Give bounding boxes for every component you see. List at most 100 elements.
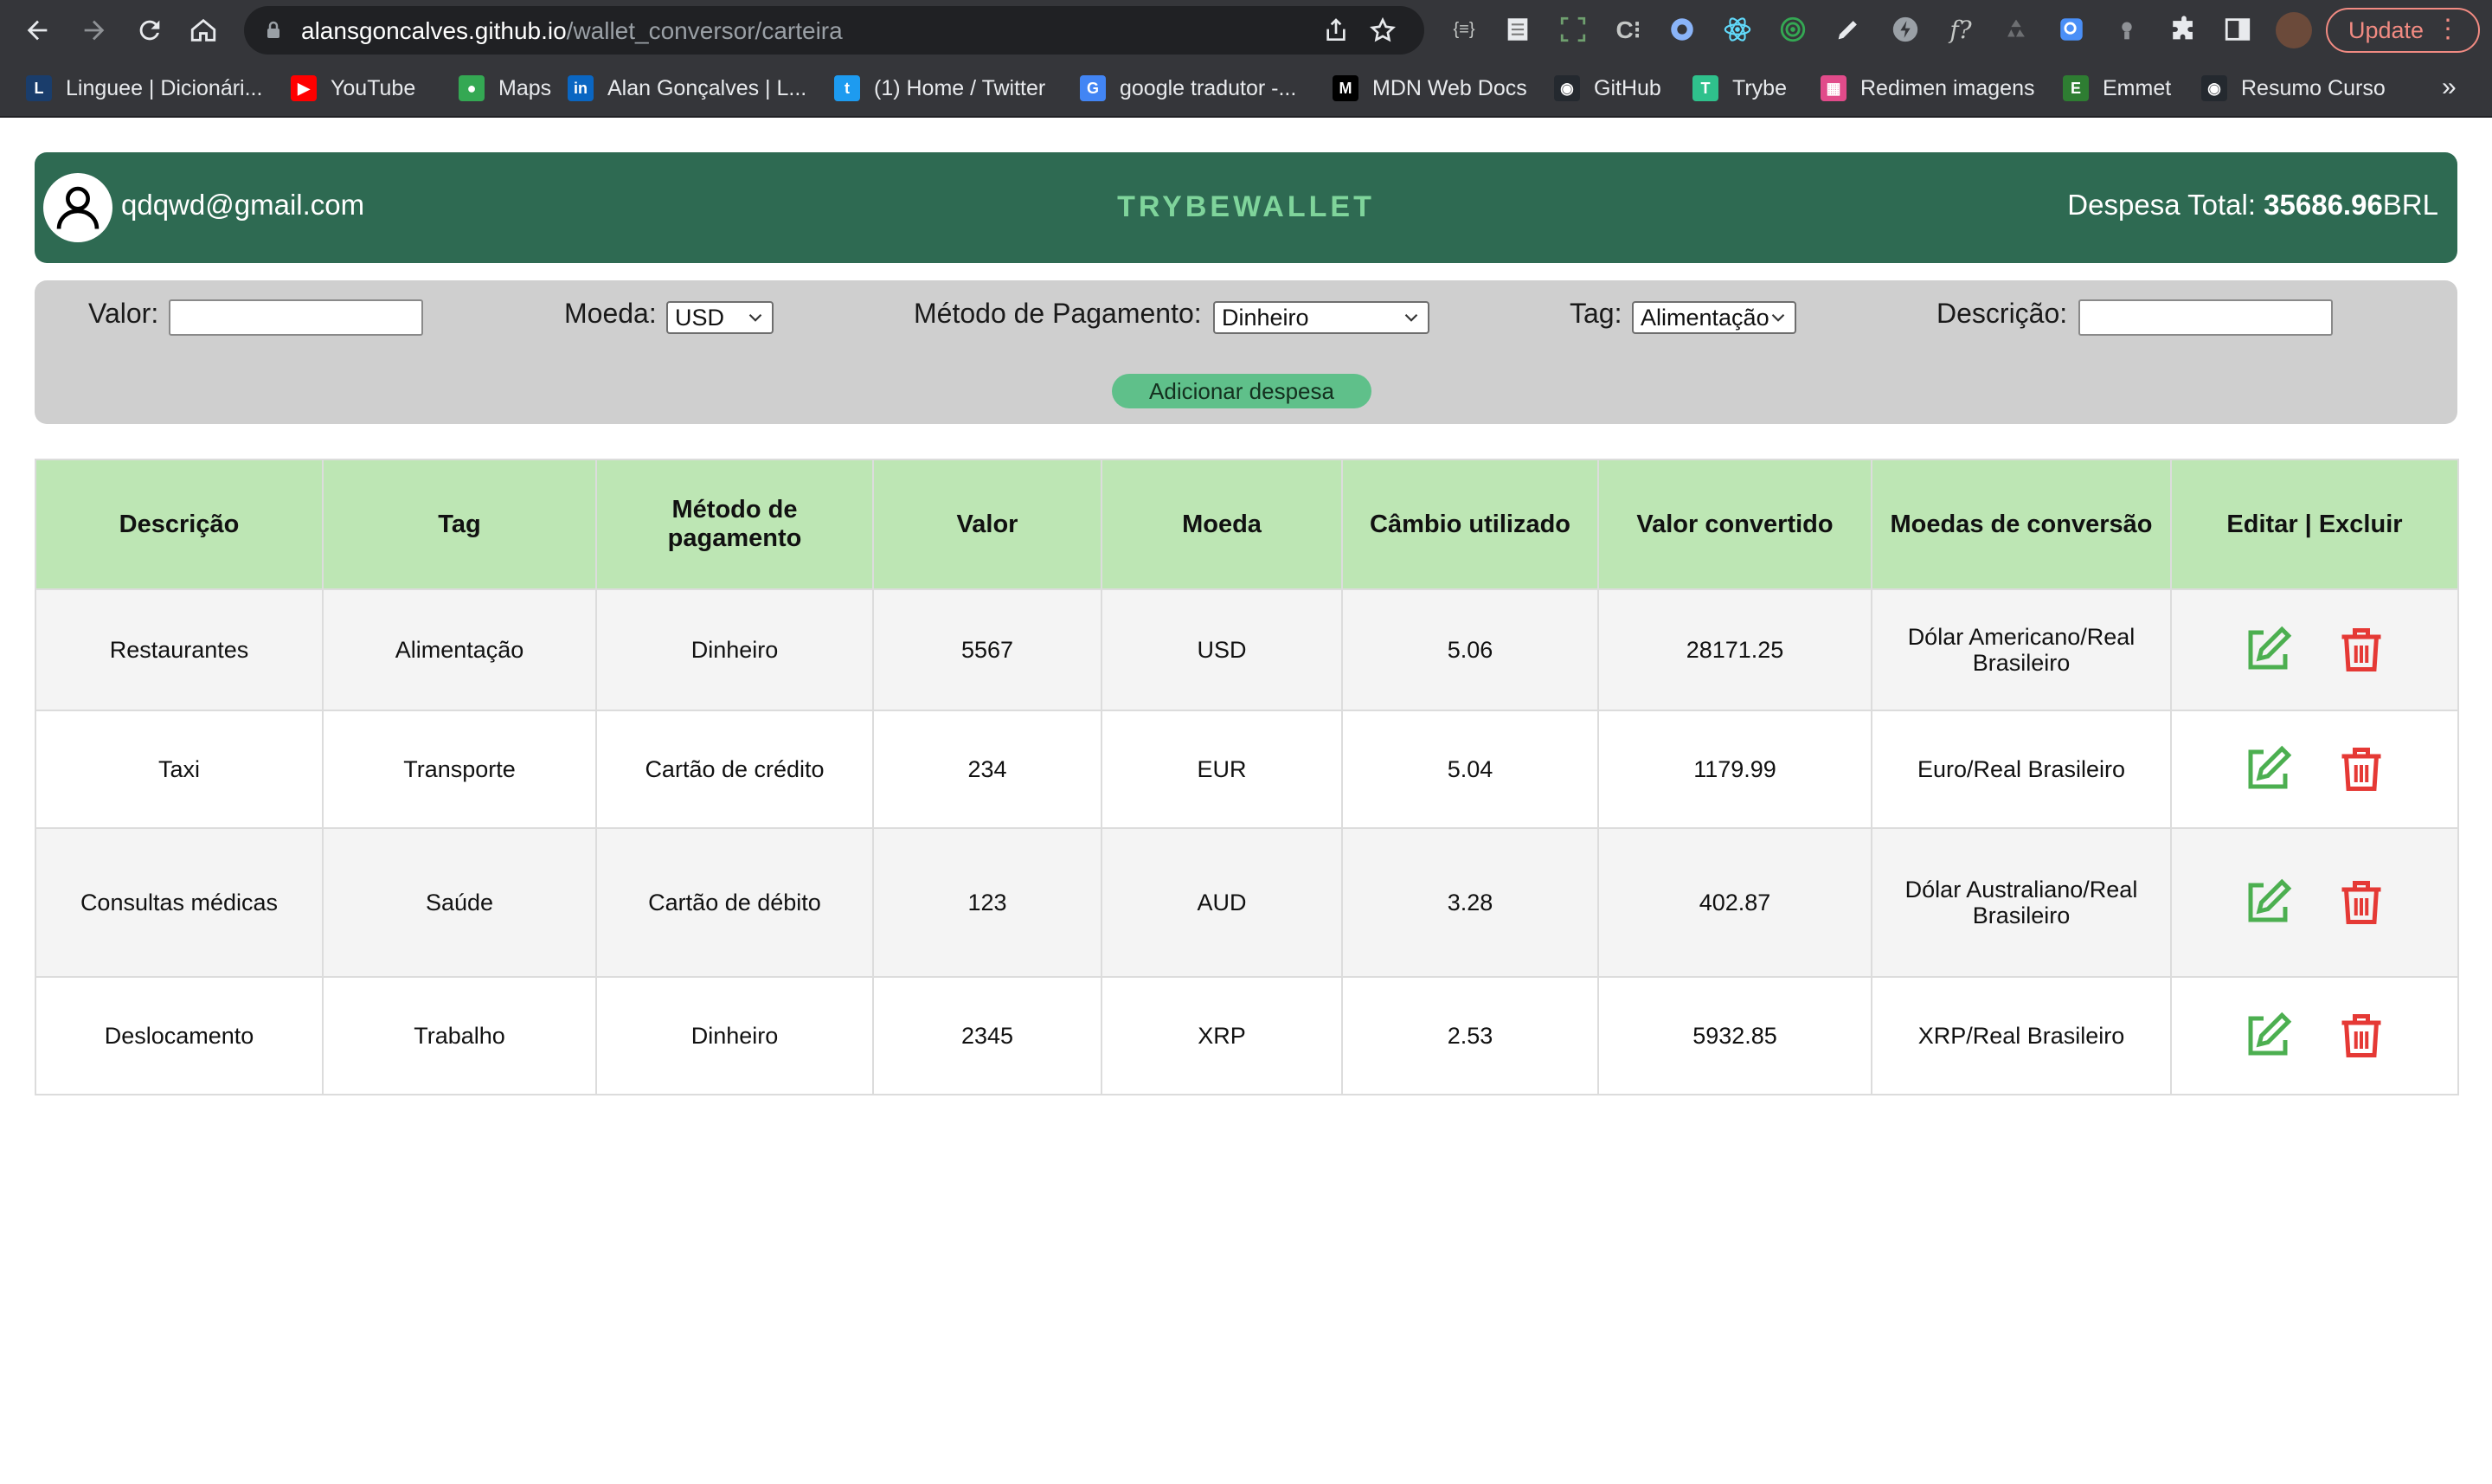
forward-arrow-icon (84, 20, 105, 41)
delete-icon[interactable] (2335, 743, 2387, 795)
table-cell: 123 (872, 827, 1102, 978)
back-button[interactable] (19, 12, 55, 48)
edit-icon[interactable] (2242, 624, 2294, 676)
bookmark-item[interactable]: t (1) Home / Twitter (834, 73, 1045, 104)
chevron-down-icon (1404, 313, 1418, 322)
chevron-down-icon (1771, 313, 1785, 322)
valor-input[interactable] (169, 299, 423, 336)
table-cell: Saúde (322, 827, 597, 978)
address-bar[interactable]: alansgoncalves.github.io/wallet_converso… (244, 6, 1424, 55)
edit-icon[interactable] (2242, 1010, 2294, 1062)
add-expense-button[interactable]: Adicionar despesa (1112, 374, 1371, 408)
bookmark-item[interactable]: ◉ Resumo Curso (2201, 73, 2386, 104)
bookmark-item[interactable]: in Alan Gonçalves | L... (568, 73, 806, 104)
linguee-icon: L (26, 75, 52, 101)
table-cell: 5.06 (1341, 588, 1599, 711)
table-cell: Cartão de débito (595, 827, 874, 978)
table-cell: AUD (1101, 827, 1343, 978)
table-cell: Cartão de crédito (595, 710, 874, 829)
bookmark-label: Redimen imagens (1860, 75, 2035, 100)
moeda-label: Moeda: (564, 298, 657, 329)
bookmark-item[interactable]: Ggoogle tradutor -... (1080, 73, 1296, 104)
twitter-icon: t (834, 75, 860, 101)
update-button[interactable]: Update ⋮ (2326, 8, 2480, 53)
column-header: Método de pagamento (595, 459, 874, 590)
maps-icon: ● (459, 75, 485, 101)
extension-target-icon[interactable] (1777, 14, 1808, 45)
bookmark-label: Alan Gonçalves | L... (607, 75, 807, 100)
bookmark-label: google tradutor -... (1120, 75, 1297, 100)
edit-icon[interactable] (2242, 743, 2294, 795)
table-cell: Consultas médicas (35, 827, 324, 978)
url-text: alansgoncalves.github.io/wallet_converso… (301, 17, 843, 44)
tag-label: Tag: (1570, 298, 1622, 329)
table-cell: XRP/Real Brasileiro (1871, 976, 2172, 1095)
extension-screenshot-icon[interactable] (1558, 14, 1589, 45)
metodo-select[interactable]: Dinheiro (1213, 301, 1429, 334)
extension-formula-icon[interactable]: f? (1945, 14, 1976, 45)
bookmark-item[interactable]: M MDN Web Docs (1333, 73, 1527, 104)
extensions-puzzle-icon[interactable] (2168, 14, 2200, 45)
browser-toolbar: alansgoncalves.github.io/wallet_converso… (0, 0, 2492, 61)
bookmark-label: Maps (498, 75, 552, 100)
table-cell: 5.04 (1341, 710, 1599, 829)
forward-button[interactable] (76, 12, 112, 48)
edit-icon[interactable] (2242, 877, 2294, 928)
bookmark-item[interactable]: ▦ Redimen imagens (1821, 73, 2035, 104)
bookmark-label: GitHub (1594, 75, 1661, 100)
delete-icon[interactable] (2335, 877, 2387, 928)
bookmark-item[interactable]: L Linguee | Dicionári... (26, 73, 262, 104)
more-menu-icon: ⋮ (2435, 15, 2461, 43)
extension-colorzilla-icon[interactable]: C⁝ (1613, 14, 1644, 45)
bookmark-label: Emmet (2103, 75, 2172, 100)
bookmark-item[interactable]: E Emmet (2063, 73, 2171, 104)
table-cell: 5567 (872, 588, 1102, 711)
column-header: Tag (322, 459, 597, 590)
total-expense: Despesa Total: 35686.96BRL (2067, 189, 2438, 221)
lock-icon (267, 21, 279, 38)
table-cell: Dinheiro (595, 588, 874, 711)
profile-avatar[interactable] (2276, 12, 2312, 48)
table-cell: 1179.99 (1597, 710, 1872, 829)
reload-button[interactable] (132, 12, 168, 48)
mdn-icon: M (1333, 75, 1358, 101)
reload-icon (139, 20, 160, 41)
home-button[interactable] (185, 12, 222, 48)
bookmark-item[interactable]: T Trybe (1692, 73, 1787, 104)
extension-pen-icon[interactable] (1833, 14, 1864, 45)
table-cell: Dólar Americano/Real Brasileiro (1871, 588, 2172, 711)
column-header: Moedas de conversão (1871, 459, 2172, 590)
bookmarks-more-button[interactable]: » (2442, 73, 2457, 102)
star-icon[interactable] (1369, 16, 1397, 44)
extension-bulb-icon[interactable] (2111, 14, 2142, 45)
extension-search-icon[interactable] (2056, 14, 2087, 45)
tag-select[interactable]: Alimentação (1632, 301, 1796, 334)
bookmark-item[interactable]: ▶ YouTube (291, 73, 415, 104)
actions-cell (2170, 827, 2459, 978)
extension-tab-icon[interactable] (1667, 14, 1698, 45)
bookmark-label: (1) Home / Twitter (874, 75, 1046, 100)
extension-recycle-icon[interactable] (2001, 14, 2032, 45)
bookmark-item[interactable]: ◉ GitHub (1554, 73, 1661, 104)
descricao-label: Descrição: (1936, 298, 2068, 329)
extension-sheets-icon[interactable] (1502, 14, 1533, 45)
delete-icon[interactable] (2335, 624, 2387, 676)
total-currency: BRL (2382, 189, 2438, 221)
descricao-input[interactable] (2078, 299, 2333, 336)
extension-lightning-icon[interactable] (1890, 14, 1921, 45)
table-row: Restaurantes Alimentação Dinheiro 5567 USD 5.… (35, 588, 2459, 711)
bookmark-item[interactable]: ● Maps (459, 73, 551, 104)
share-icon[interactable] (1322, 16, 1350, 44)
side-panel-icon[interactable] (2222, 14, 2253, 45)
table-cell: 5932.85 (1597, 976, 1872, 1095)
table-cell: 234 (872, 710, 1102, 829)
table-cell: 28171.25 (1597, 588, 1872, 711)
total-value: 35686.96 (2264, 189, 2383, 221)
table-cell: Deslocamento (35, 976, 324, 1095)
moeda-select[interactable]: USD (666, 301, 774, 334)
delete-icon[interactable] (2335, 1010, 2387, 1062)
bookmark-label: MDN Web Docs (1372, 75, 1527, 100)
extension-json-icon[interactable]: {≡} (1448, 14, 1480, 45)
home-icon (190, 18, 216, 42)
extension-react-icon[interactable] (1722, 14, 1753, 45)
